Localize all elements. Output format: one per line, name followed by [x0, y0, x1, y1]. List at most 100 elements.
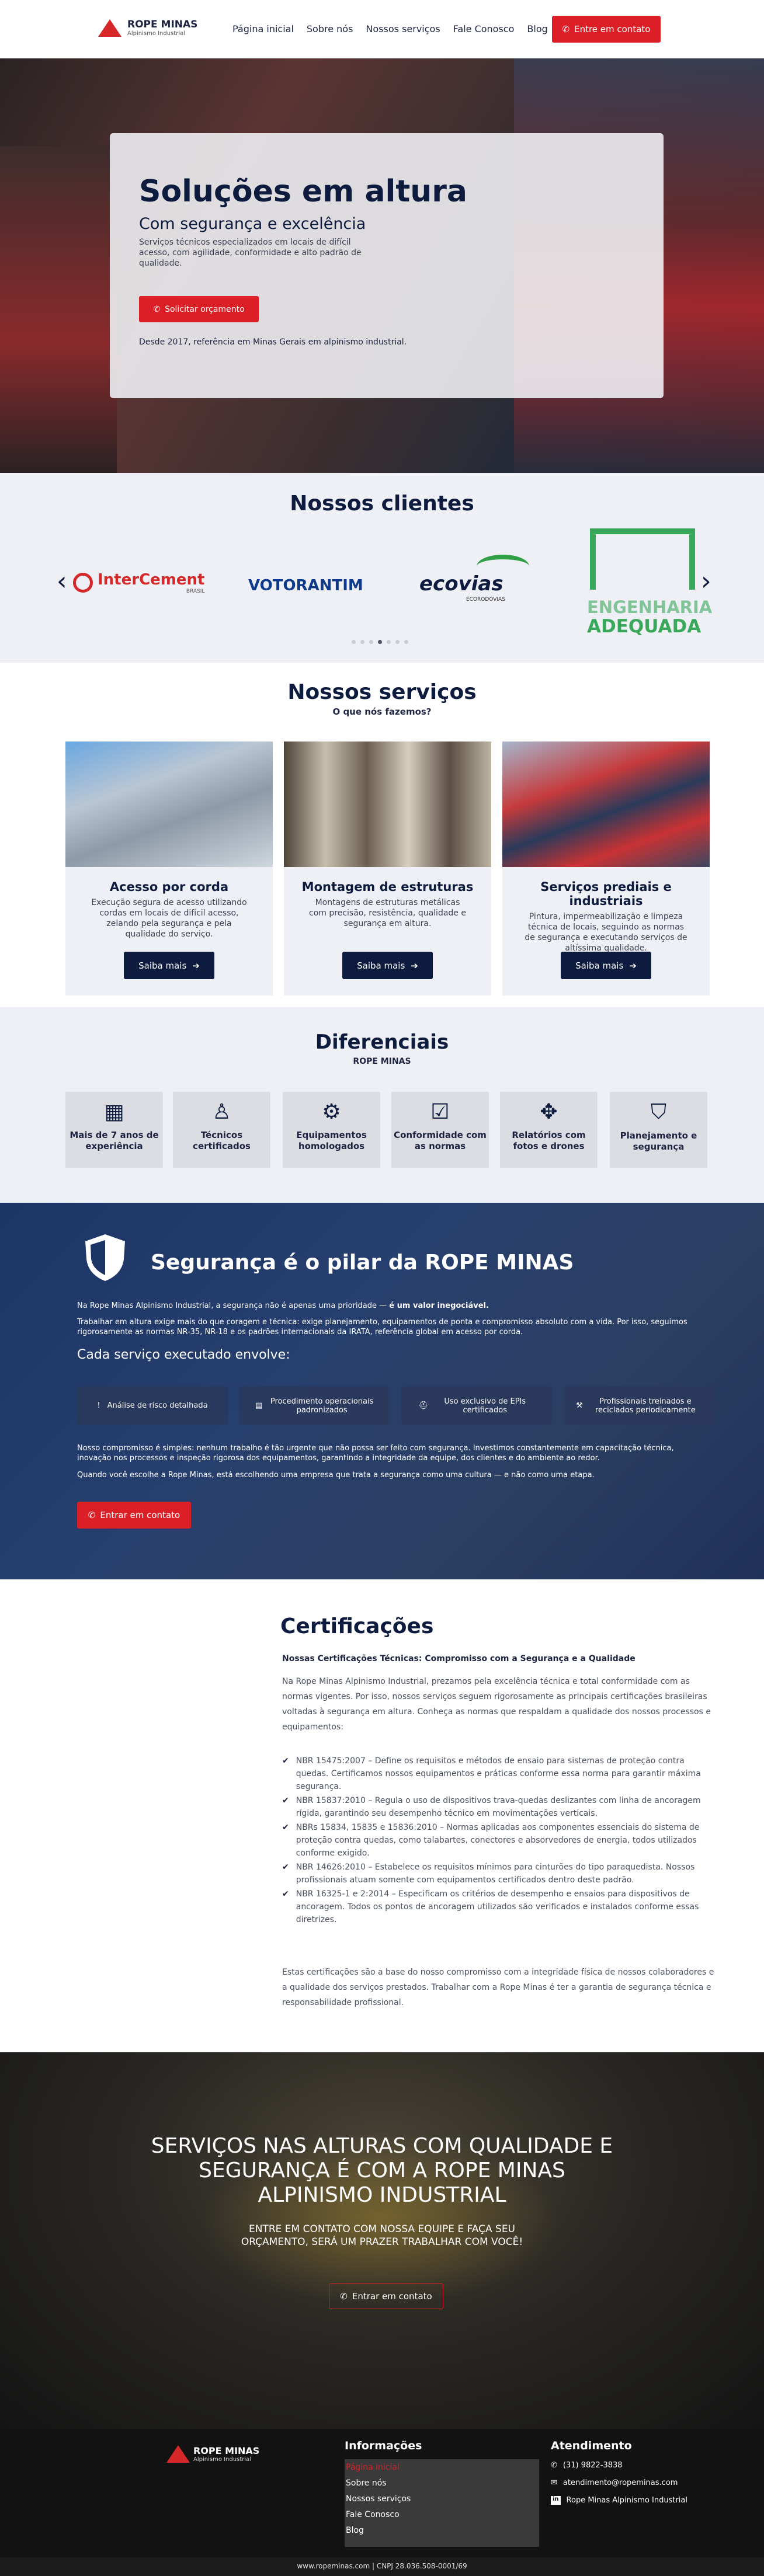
gears-icon: ⚙ [322, 1100, 341, 1124]
carousel-dot[interactable] [395, 640, 400, 644]
safety-item-label: Procedimento operacionais padronizados [270, 1397, 374, 1415]
footer-links: Página inicial Sobre nós Nossos serviços… [345, 2459, 539, 2547]
differential-label: Relatórios com fotos e drones [512, 1130, 586, 1151]
safety-p2: Trabalhar em altura exige mais do que co… [77, 1318, 687, 1336]
service-title: Montagem de estruturas [301, 880, 474, 894]
service-more-label: Saiba mais [575, 960, 624, 971]
arrow-right-icon: ➔ [411, 960, 418, 971]
certifications-section: Certificações Nossas Certificações Técni… [0, 1579, 764, 2052]
cta-section: SERVIÇOS NAS ALTURAS COM QUALIDADE E SEG… [0, 2052, 764, 2429]
safety-title: Segurança é o pilar da ROPE MINAS [151, 1251, 574, 1275]
drone-icon: ✥ [540, 1100, 558, 1124]
carousel-dot[interactable] [387, 640, 391, 644]
safety-section: Segurança é o pilar da ROPE MINAS Na Rop… [0, 1203, 764, 1579]
calendar-icon: ▦ [104, 1100, 124, 1124]
differential-label: Conformidade com as normas [394, 1130, 487, 1151]
nav-item-home[interactable]: Página inicial [232, 23, 294, 34]
intercement-label: InterCement [98, 571, 205, 589]
check-circle-icon: ✔ [282, 1863, 289, 1872]
footer-email[interactable]: ✉ atendimento@ropeminas.com [551, 2478, 678, 2487]
safety-p1-bold: é um valor inegociável. [389, 1301, 489, 1310]
whatsapp-icon: ✆ [340, 2291, 348, 2302]
carousel-dots [349, 635, 411, 646]
check-circle-icon: ✔ [282, 1889, 289, 1899]
footer-logo[interactable]: ROPE MINAS Alpinismo Industrial [166, 2445, 259, 2463]
service-image [284, 742, 491, 867]
list-item: ✔ NBR 15837:2010 – Regula o uso de dispos… [282, 1794, 714, 1820]
safety-p3: Nosso compromisso é simples: nenhum trab… [77, 1444, 674, 1463]
nav-item-services[interactable]: Nossos serviços [366, 23, 440, 34]
footer-linkedin[interactable]: in Rope Minas Alpinismo Industrial [551, 2496, 687, 2505]
service-more-button[interactable]: Saiba mais ➔ [561, 952, 651, 979]
mail-icon: ✉ [551, 2478, 557, 2487]
service-image [65, 742, 273, 867]
check-circle-icon: ✔ [282, 1823, 289, 1832]
safety-subheading: Cada serviço executado envolve: [77, 1348, 290, 1362]
site-header: ROPE MINAS Alpinismo Industrial Página i… [0, 0, 764, 58]
intercement-ring-icon [73, 573, 93, 593]
footer-link-about[interactable]: Sobre nós [346, 2478, 539, 2494]
ecovias-sub: ECORODOVIAS [466, 597, 505, 603]
carousel-dot[interactable] [352, 640, 356, 644]
footer-link-home[interactable]: Página inicial [346, 2463, 539, 2478]
service-text: Execução segura de acesso utilizando cor… [91, 898, 247, 939]
nav-item-blog[interactable]: Blog [527, 23, 547, 34]
safety-item: ⛑ Uso exclusivo de EPIs certificados [401, 1387, 552, 1425]
cta-contact-button[interactable]: ✆ Entrar em contato [329, 2283, 443, 2309]
footer-link-services[interactable]: Nossos serviços [346, 2494, 539, 2510]
safety-contact-button[interactable]: ✆ Entrar em contato [77, 1502, 191, 1529]
hero-panel: Soluções em altura Com segurança e excel… [110, 133, 664, 398]
whatsapp-icon: ✆ [562, 24, 570, 34]
check-circle-icon: ✔ [282, 1756, 289, 1766]
ea-mark-icon [590, 528, 695, 590]
whatsapp-icon: ✆ [88, 1510, 96, 1520]
nav-item-about[interactable]: Sobre nós [307, 23, 353, 34]
list-item: ✔ NBR 14626:2010 – Estabelece os requisit… [282, 1861, 714, 1886]
hero-quote-button[interactable]: ✆ Solicitar orçamento [139, 296, 259, 322]
safety-item: ! Análise de risco detalhada [77, 1387, 228, 1425]
safety-item-label: Uso exclusivo de EPIs certificados [444, 1397, 526, 1415]
service-more-button[interactable]: Saiba mais ➔ [342, 952, 433, 979]
footer-phone-label: (31) 9822-3838 [562, 2461, 623, 2470]
carousel-dot-active[interactable] [378, 640, 382, 644]
safety-item: ▤ Procedimento operacionais padronizados [239, 1387, 390, 1425]
cert-item-text: NBRs 15834, 15835 e 15836:2010 – Normas … [296, 1823, 700, 1858]
hero-quote-label: Solicitar orçamento [165, 304, 245, 314]
whatsapp-icon: ✆ [153, 304, 161, 314]
differential-label: Mais de 7 anos de experiência [70, 1130, 159, 1151]
carousel-dot[interactable] [360, 640, 364, 644]
certifications-intro: Na Rope Minas Alpinismo Industrial, prez… [282, 1677, 711, 1732]
header-contact-button[interactable]: ✆ Entre em contato [552, 16, 661, 43]
worker-icon: ♙ [212, 1100, 231, 1124]
footer-bottom-bar: www.ropeminas.com | CNPJ 28.036.508-0001… [0, 2557, 764, 2576]
service-more-button[interactable]: Saiba mais ➔ [124, 952, 214, 979]
client-logo-votorantim: VOTORANTIM [248, 577, 363, 594]
differentials-title: Diferenciais [315, 1031, 449, 1054]
training-icon: ⚒ [576, 1401, 583, 1410]
footer-email-label: atendimento@ropeminas.com [562, 2478, 678, 2487]
footer-link-contact[interactable]: Fale Conosco [346, 2510, 539, 2526]
hero-description: Serviços técnicos especializados em loca… [139, 238, 362, 268]
phone-icon: ✆ [551, 2461, 557, 2470]
footer-link-blog[interactable]: Blog [346, 2526, 539, 2542]
footer-contact-title: Atendimento [551, 2439, 632, 2452]
service-text: Montagens de estruturas metálicas com pr… [309, 898, 466, 928]
carousel-dot[interactable] [404, 640, 408, 644]
header-logo[interactable]: ROPE MINAS Alpinismo Industrial [98, 19, 197, 37]
differential-item: ♙ Técnicos certificados [173, 1092, 270, 1168]
carousel-prev-icon[interactable]: ‹ [57, 566, 67, 596]
service-card-structures: Montagem de estruturas Montagens de estr… [284, 742, 491, 995]
hero-subtitle: Com segurança e excelência [139, 215, 366, 233]
cta-title: SERVIÇOS NAS ALTURAS COM QUALIDADE E SEG… [151, 2134, 613, 2207]
hero-title: Soluções em altura [139, 174, 467, 209]
differential-item: ☑ Conformidade com as normas [391, 1092, 489, 1168]
cert-item-text: NBR 16325-1 e 2:2014 – Especificam os cr… [296, 1889, 699, 1924]
service-card-building: Serviços prediais e industriais Pintura,… [502, 742, 710, 995]
differential-label: Equipamentos homologados [296, 1130, 367, 1151]
carousel-dot[interactable] [369, 640, 373, 644]
nav-item-contact[interactable]: Fale Conosco [453, 23, 515, 34]
procedure-icon: ▤ [255, 1401, 263, 1410]
cert-item-text: NBR 15475:2007 – Define os requisitos e … [296, 1756, 701, 1791]
safety-p1-text: Na Rope Minas Alpinismo Industrial, a se… [77, 1301, 390, 1310]
footer-phone[interactable]: ✆ (31) 9822-3838 [551, 2461, 623, 2470]
